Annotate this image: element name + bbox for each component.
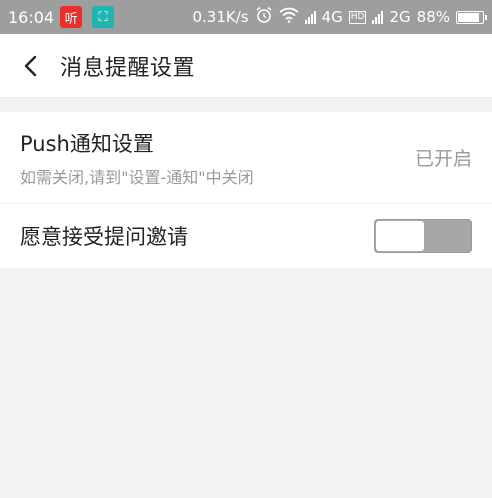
alarm-icon bbox=[255, 6, 273, 28]
hd-icon: HD bbox=[348, 10, 367, 24]
signal-icon-2 bbox=[372, 10, 384, 24]
status-time: 16:04 bbox=[8, 7, 55, 27]
chevron-left-icon bbox=[24, 55, 37, 76]
page-title: 消息提醒设置 bbox=[60, 55, 196, 81]
invite-settings-title: 愿意接受提问邀请 bbox=[20, 225, 188, 249]
network-type-1: 4G bbox=[321, 8, 343, 26]
push-settings-subtitle: 如需关闭,请到"设置-通知"中关闭 bbox=[20, 167, 254, 187]
status-bar: 16:04 听 ⛶ 0.31K/s 4G HD 2G 88% bbox=[0, 0, 492, 34]
invite-settings-row: 愿意接受提问邀请 bbox=[0, 204, 492, 268]
push-settings-row[interactable]: Push通知设置 如需关闭,请到"设置-通知"中关闭 已开启 bbox=[0, 112, 492, 204]
battery-percent: 88% bbox=[416, 8, 450, 26]
listen-app-icon: 听 bbox=[60, 6, 83, 28]
net-speed: 0.31K/s bbox=[192, 8, 249, 26]
back-button[interactable] bbox=[0, 34, 60, 98]
network-type-2: 2G bbox=[389, 8, 411, 26]
wifi-icon bbox=[279, 7, 299, 27]
invite-toggle[interactable] bbox=[374, 219, 472, 253]
push-settings-title: Push通知设置 bbox=[20, 131, 154, 156]
header: 消息提醒设置 bbox=[0, 34, 492, 98]
signal-icon-1 bbox=[304, 10, 316, 24]
status-indicators: 0.31K/s 4G HD 2G 88% bbox=[192, 6, 487, 28]
scan-app-icon: ⛶ bbox=[92, 6, 115, 28]
settings-list: Push通知设置 如需关闭,请到"设置-通知"中关闭 已开启 愿意接受提问邀请 bbox=[0, 112, 492, 268]
toggle-knob bbox=[376, 221, 424, 251]
battery-icon bbox=[456, 10, 487, 24]
push-status-value: 已开启 bbox=[414, 148, 472, 170]
